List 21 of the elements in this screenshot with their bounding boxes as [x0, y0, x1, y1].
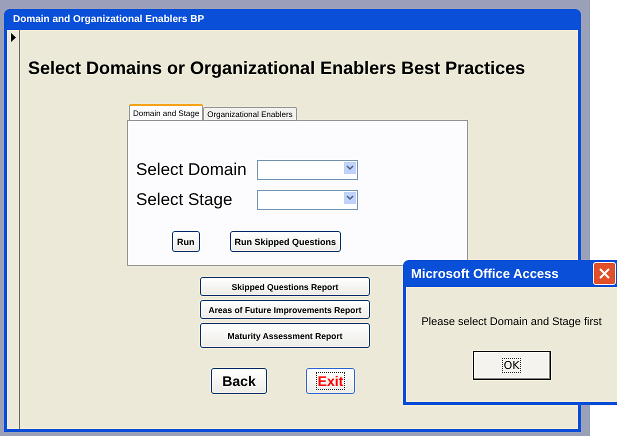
field-label: Select Domain [136, 160, 248, 180]
tab[interactable]: Organizational Enablers [203, 107, 297, 120]
run-button[interactable]: Run [172, 231, 200, 252]
nav-button[interactable]: Back [211, 368, 267, 394]
dropdown-field[interactable] [257, 190, 358, 210]
dialog-message: Please select Domain and Stage first [421, 316, 602, 328]
dropdown-field[interactable] [257, 160, 358, 180]
field-label: Select Stage [136, 190, 234, 210]
close-button[interactable] [593, 262, 616, 285]
record-selector-icon [10, 33, 16, 42]
close-icon[interactable] [599, 268, 610, 279]
form-heading: Select Domains or Organizational Enablers Best Practices [28, 58, 526, 79]
ok-button[interactable]: OK [472, 351, 550, 380]
run-button[interactable]: Run Skipped Questions [230, 231, 342, 252]
dialog-title: Microsoft Office Access [410, 266, 559, 281]
window-title: Domain and Organizational Enablers BP [12, 13, 206, 27]
report-button[interactable]: Areas of Future Improvements Report [200, 300, 370, 319]
tab[interactable]: Domain and Stage [129, 104, 204, 120]
report-button[interactable]: Skipped Questions Report [200, 277, 370, 296]
report-button[interactable]: Maturity Assessment Report [200, 323, 370, 348]
nav-button[interactable]: Exit [306, 368, 355, 394]
